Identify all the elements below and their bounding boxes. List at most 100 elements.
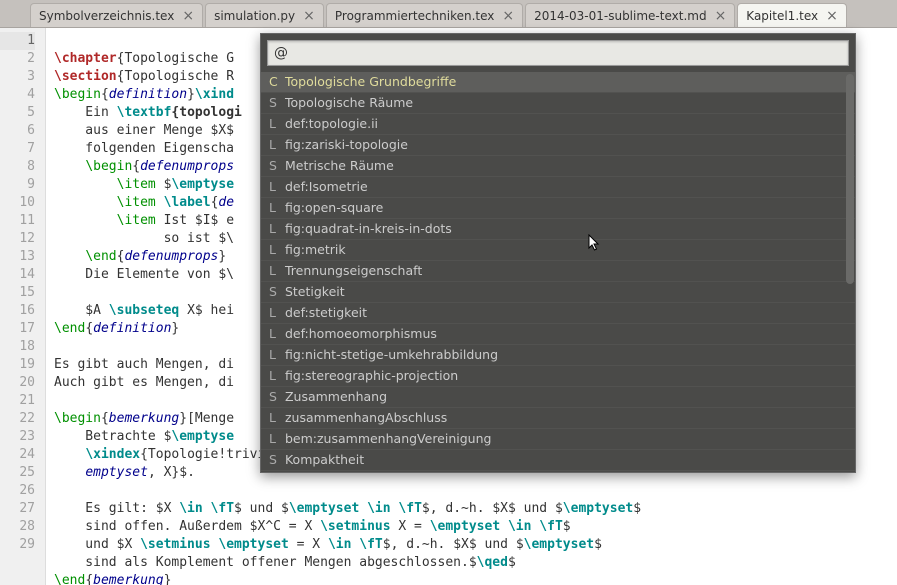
symbol-label: fig:metrik xyxy=(281,242,346,257)
tab-bar: Symbolverzeichnis.tex× simulation.py× Pr… xyxy=(0,0,897,28)
symbol-label: Topologische Grundbegriffe xyxy=(281,74,456,89)
symbol-label: Zusammenhang xyxy=(281,389,387,404)
goto-symbol-item[interactable]: L fig:metrik xyxy=(261,240,855,261)
symbol-label: def:topologie.ii xyxy=(281,116,378,131)
line-number: 14 xyxy=(0,266,35,284)
goto-symbol-item[interactable]: L def:homoeomorphismus xyxy=(261,324,855,345)
symbol-label: fig:stereographic-projection xyxy=(281,368,458,383)
symbol-type: L xyxy=(269,431,281,447)
symbol-type: L xyxy=(269,305,281,321)
symbol-type: S xyxy=(269,389,281,405)
line-number: 13 xyxy=(0,248,35,266)
line-number: 1 xyxy=(0,32,35,50)
symbol-type: L xyxy=(269,347,281,363)
symbol-type: S xyxy=(269,158,281,174)
tab-symbolverzeichnis[interactable]: Symbolverzeichnis.tex× xyxy=(30,3,203,27)
goto-symbol-item[interactable]: S Stetigkeit xyxy=(261,282,855,303)
close-icon[interactable]: × xyxy=(303,8,315,24)
tab-sublime-text-md[interactable]: 2014-03-01-sublime-text.md× xyxy=(525,3,735,27)
symbol-type: L xyxy=(269,368,281,384)
symbol-type: L xyxy=(269,263,281,279)
line-number-gutter: 1234567891011121314151617181920212223242… xyxy=(0,28,46,585)
goto-symbol-overlay: C Topologische GrundbegriffeS Topologisc… xyxy=(260,33,856,473)
line-number: 15 xyxy=(0,284,35,302)
symbol-type: L xyxy=(269,179,281,195)
line-number: 6 xyxy=(0,122,35,140)
tab-programmiertechniken[interactable]: Programmiertechniken.tex× xyxy=(326,3,523,27)
symbol-label: def:homoeomorphismus xyxy=(281,326,437,341)
symbol-label: def:stetigkeit xyxy=(281,305,367,320)
goto-symbol-item[interactable]: L zusammenhangAbschluss xyxy=(261,408,855,429)
goto-symbol-item[interactable]: L fig:stereographic-projection xyxy=(261,366,855,387)
line-number: 20 xyxy=(0,374,35,392)
line-number: 28 xyxy=(0,518,35,536)
symbol-label: Stetigkeit xyxy=(281,284,345,299)
line-number: 4 xyxy=(0,86,35,104)
goto-symbol-item[interactable]: L fig:quadrat-in-kreis-in-dots xyxy=(261,219,855,240)
symbol-label: Kompaktheit xyxy=(281,452,364,467)
line-number: 9 xyxy=(0,176,35,194)
line-number: 7 xyxy=(0,140,35,158)
symbol-type: L xyxy=(269,221,281,237)
line-number: 11 xyxy=(0,212,35,230)
line-number: 17 xyxy=(0,320,35,338)
symbol-type: S xyxy=(269,95,281,111)
goto-symbol-item[interactable]: S Metrische Räume xyxy=(261,156,855,177)
line-number: 5 xyxy=(0,104,35,122)
line-number: 18 xyxy=(0,338,35,356)
goto-symbol-item[interactable]: L def:topologie.ii xyxy=(261,114,855,135)
line-number: 8 xyxy=(0,158,35,176)
goto-symbol-item[interactable]: L fig:nicht-stetige-umkehrabbildung xyxy=(261,345,855,366)
symbol-label: fig:quadrat-in-kreis-in-dots xyxy=(281,221,452,236)
goto-symbol-item[interactable]: L abgeschlossen01IstKompakt xyxy=(261,471,855,472)
line-number: 24 xyxy=(0,446,35,464)
symbol-type: L xyxy=(269,326,281,342)
symbol-type: L xyxy=(269,116,281,132)
goto-symbol-item[interactable]: L def:Isometrie xyxy=(261,177,855,198)
line-number: 16 xyxy=(0,302,35,320)
goto-symbol-item[interactable]: L Trennungseigenschaft xyxy=(261,261,855,282)
line-number: 2 xyxy=(0,50,35,68)
goto-symbol-item[interactable]: L fig:open-square xyxy=(261,198,855,219)
tab-simulation[interactable]: simulation.py× xyxy=(205,3,324,27)
symbol-type: C xyxy=(269,74,281,90)
goto-symbol-item[interactable]: L bem:zusammenhangVereinigung xyxy=(261,429,855,450)
symbol-label: Metrische Räume xyxy=(281,158,394,173)
line-number: 12 xyxy=(0,230,35,248)
goto-symbol-item[interactable]: S Zusammenhang xyxy=(261,387,855,408)
line-number: 23 xyxy=(0,428,35,446)
goto-symbol-item[interactable]: S Topologische Räume xyxy=(261,93,855,114)
close-icon[interactable]: × xyxy=(182,8,194,24)
symbol-label: Trennungseigenschaft xyxy=(281,263,422,278)
symbol-label: Topologische Räume xyxy=(281,95,413,110)
close-icon[interactable]: × xyxy=(715,8,727,24)
symbol-label: bem:zusammenhangVereinigung xyxy=(281,431,491,446)
line-number: 26 xyxy=(0,482,35,500)
close-icon[interactable]: × xyxy=(826,8,838,24)
symbol-label: def:Isometrie xyxy=(281,179,368,194)
line-number: 27 xyxy=(0,500,35,518)
symbol-label: fig:open-square xyxy=(281,200,383,215)
goto-symbol-item[interactable]: L fig:zariski-topologie xyxy=(261,135,855,156)
goto-symbol-item[interactable]: C Topologische Grundbegriffe xyxy=(261,72,855,93)
goto-symbol-item[interactable]: S Kompaktheit xyxy=(261,450,855,471)
goto-symbol-item[interactable]: L def:stetigkeit xyxy=(261,303,855,324)
symbol-label: zusammenhangAbschluss xyxy=(281,410,447,425)
symbol-type: L xyxy=(269,200,281,216)
symbol-label: fig:nicht-stetige-umkehrabbildung xyxy=(281,347,498,362)
line-number: 21 xyxy=(0,392,35,410)
symbol-type: L xyxy=(269,410,281,426)
line-number: 25 xyxy=(0,464,35,482)
symbol-type: S xyxy=(269,452,281,468)
line-number: 22 xyxy=(0,410,35,428)
symbol-type: L xyxy=(269,242,281,258)
goto-symbol-list[interactable]: C Topologische GrundbegriffeS Topologisc… xyxy=(261,72,855,472)
scrollbar-thumb[interactable] xyxy=(846,74,854,284)
close-icon[interactable]: × xyxy=(502,8,514,24)
symbol-type: L xyxy=(269,137,281,153)
symbol-type: S xyxy=(269,284,281,300)
tab-kapitel1[interactable]: Kapitel1.tex× xyxy=(737,3,847,27)
goto-symbol-input[interactable] xyxy=(267,40,849,66)
line-number: 3 xyxy=(0,68,35,86)
line-number: 19 xyxy=(0,356,35,374)
